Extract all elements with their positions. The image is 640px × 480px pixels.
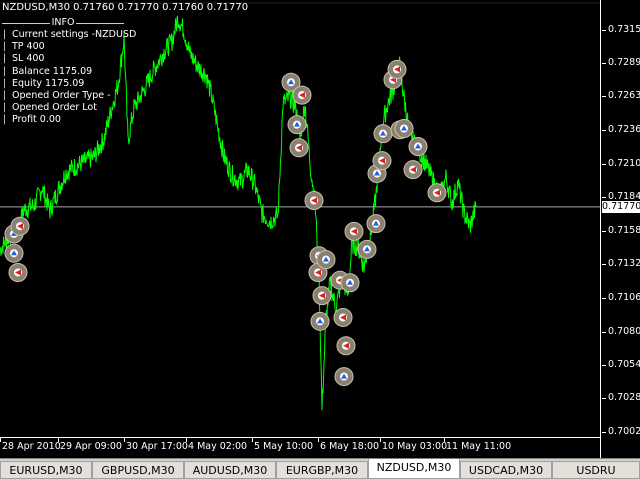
price-tick-label: 0.72365 [608, 124, 640, 136]
time-tick-label: 4 May 02:00 [188, 441, 248, 452]
sell-order-marker[interactable] [292, 85, 312, 105]
price-tick-label: 0.71585 [608, 224, 640, 236]
sell-order-marker[interactable] [344, 221, 364, 241]
time-axis[interactable]: 28 Apr 2010 29 Apr 09:00 30 Apr 17:00 4 May… [0, 437, 600, 458]
buy-order-marker[interactable] [310, 311, 330, 331]
info-equity: Equity 1175.09 [2, 78, 124, 90]
price-tick [602, 197, 606, 199]
time-tick-label: 29 Apr 09:00 [60, 441, 122, 452]
sell-order-marker[interactable] [8, 262, 28, 282]
price-tick [602, 62, 606, 64]
chart-tab-bar: EURUSD,M30 GBPUSD,M30 AUDUSD,M30 EURGBP,M30… [0, 458, 640, 480]
time-tick [318, 438, 319, 442]
info-settings: Current settings -NZDUSD [2, 29, 136, 41]
buy-order-marker[interactable] [408, 137, 428, 157]
price-tick-label: 0.70280 [608, 392, 640, 404]
tab-audusd-m30[interactable]: AUDUSD,M30 [184, 461, 276, 479]
info-balance: Balance 1175.09 [2, 66, 124, 78]
price-tick [602, 96, 606, 98]
sell-order-marker[interactable] [10, 216, 30, 236]
sell-order-marker[interactable] [387, 59, 407, 79]
time-tick [380, 438, 381, 442]
info-sl: SL 400 [2, 53, 124, 65]
time-tick-label: 11 May 11:00 [446, 441, 512, 452]
buy-order-marker[interactable] [287, 115, 307, 135]
price-tick [602, 431, 606, 433]
price-tick [602, 163, 606, 165]
info-panel: INFO Current settings -NZDUSD TP 400 SL … [2, 17, 136, 127]
price-tick [602, 331, 606, 333]
info-header: INFO [2, 17, 125, 29]
sell-order-marker[interactable] [336, 336, 356, 356]
time-tick-label: 5 May 10:00 [254, 441, 314, 452]
tab-nzdusd-m30[interactable]: NZDUSD,M30 [368, 459, 460, 479]
price-tick-label: 0.72890 [608, 56, 640, 68]
sell-order-marker[interactable] [372, 151, 392, 171]
chart-area[interactable]: NZDUSD,M30 0.71760 0.71770 0.71760 0.717… [0, 0, 600, 458]
current-price-label: 0.71770 [602, 200, 640, 213]
terminal-window: NZDUSD,M30 0.71760 0.71770 0.71760 0.717… [0, 0, 640, 480]
tab-eurusd-m30[interactable]: EURUSD,M30 [0, 461, 92, 479]
price-tick-label: 0.71325 [608, 258, 640, 270]
buy-order-marker[interactable] [340, 273, 360, 293]
sell-order-marker[interactable] [312, 286, 332, 306]
price-tick [602, 130, 606, 132]
sell-order-marker[interactable] [304, 191, 324, 211]
price-tick-label: 0.71060 [608, 292, 640, 304]
price-tick-label: 0.71845 [608, 191, 640, 203]
price-tick [602, 264, 606, 266]
sell-order-marker[interactable] [289, 138, 309, 158]
time-tick [444, 438, 445, 442]
info-tp: TP 400 [2, 41, 124, 53]
time-tick-label: 6 May 18:00 [320, 441, 380, 452]
info-header-label: INFO [51, 17, 75, 29]
price-tick-label: 0.70020 [608, 425, 640, 437]
time-tick [58, 438, 59, 442]
time-tick [124, 438, 125, 442]
sell-order-marker[interactable] [333, 307, 353, 327]
price-tick [602, 29, 606, 31]
time-tick-label: 28 Apr 2010 [2, 441, 61, 452]
time-tick-label: 30 Apr 17:00 [126, 441, 188, 452]
buy-order-marker[interactable] [366, 214, 386, 234]
price-tick [602, 230, 606, 232]
buy-order-marker[interactable] [334, 367, 354, 387]
price-tick [602, 398, 606, 400]
price-tick-label: 0.72630 [608, 90, 640, 102]
info-profit: Profit 0.00 [2, 114, 124, 126]
time-tick [186, 438, 187, 442]
tab-eurgbp-m30[interactable]: EURGBP,M30 [276, 461, 368, 479]
price-tick [602, 365, 606, 367]
price-tick [602, 298, 606, 300]
tab-usdcad-m30[interactable]: USDCAD,M30 [460, 461, 552, 479]
chart-title: NZDUSD,M30 0.71760 0.71770 0.71760 0.717… [2, 2, 249, 13]
buy-order-marker[interactable] [4, 243, 24, 263]
time-tick-label: 10 May 03:00 [382, 441, 448, 452]
sell-order-marker[interactable] [403, 160, 423, 180]
buy-order-marker[interactable] [357, 239, 377, 259]
buy-order-marker[interactable] [316, 250, 336, 270]
tab-gbpusd-m30[interactable]: GBPUSD,M30 [92, 461, 184, 479]
price-tick-label: 0.70800 [608, 325, 640, 337]
info-order-type: Opened Order Type - [2, 90, 124, 102]
price-tick-label: 0.73150 [608, 23, 640, 35]
tab-usdru[interactable]: USDRU [552, 461, 640, 479]
buy-order-marker[interactable] [394, 119, 414, 139]
price-axis[interactable]: 0.71770 0.73150 0.72890 0.72630 0.72365 0.72… [600, 0, 640, 458]
price-tick-label: 0.70540 [608, 359, 640, 371]
time-tick [0, 438, 1, 442]
sell-order-marker[interactable] [427, 183, 447, 203]
buy-order-marker[interactable] [373, 124, 393, 144]
price-tick-label: 0.72105 [608, 157, 640, 169]
time-tick [252, 438, 253, 442]
info-order-lot: Opened Order Lot [2, 102, 124, 114]
